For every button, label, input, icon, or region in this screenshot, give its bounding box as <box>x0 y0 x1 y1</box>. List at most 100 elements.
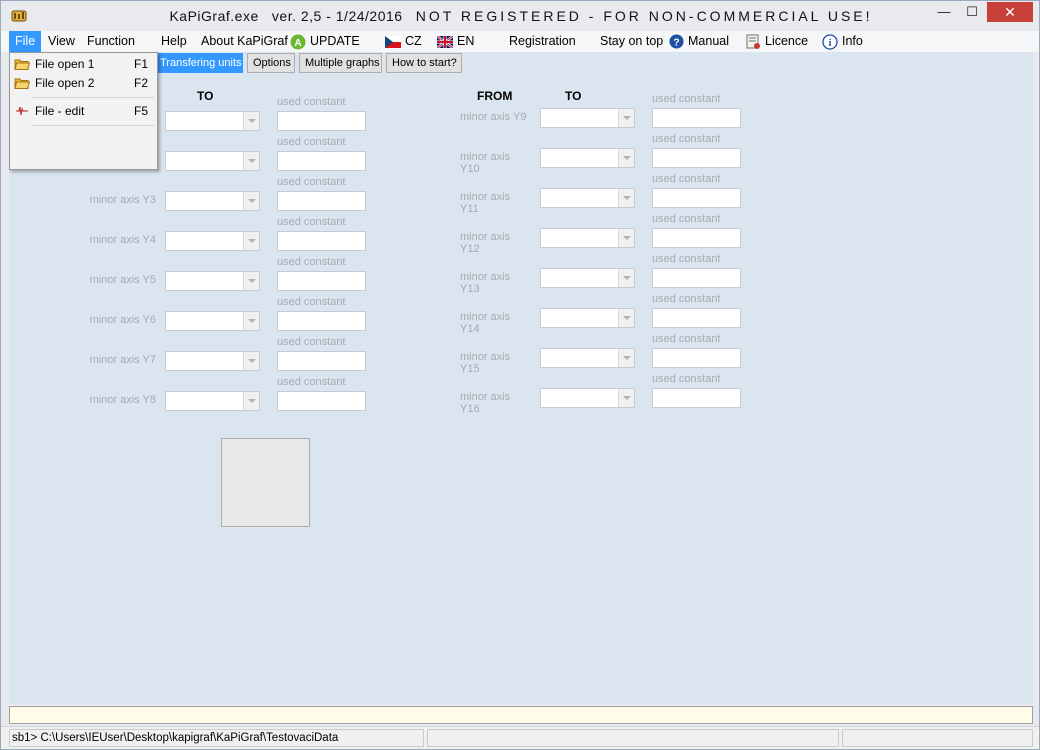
chevron-down-icon[interactable] <box>243 392 259 410</box>
left-to-unit-select[interactable] <box>165 271 260 291</box>
row-label: minor axis Y5 <box>89 274 156 286</box>
certificate-icon <box>746 34 760 49</box>
left-to-unit-select[interactable] <box>165 111 260 131</box>
used-constant-input[interactable] <box>652 108 741 128</box>
menu-stay-on-top[interactable]: Stay on top <box>600 31 663 52</box>
used-constant-label: used constant <box>652 293 721 305</box>
right-to-unit-select[interactable] <box>540 228 635 248</box>
app-window: KaPiGraf.exe ver. 2,5 - 1/24/2016 NOT RE… <box>0 0 1040 750</box>
chevron-down-icon[interactable] <box>618 189 634 207</box>
chevron-down-icon[interactable] <box>618 349 634 367</box>
chevron-down-icon[interactable] <box>243 272 259 290</box>
left-to-unit-select[interactable] <box>165 391 260 411</box>
help-icon: ? <box>669 34 684 49</box>
title-version: ver. 2,5 - 1/24/2016 <box>271 8 403 24</box>
chevron-down-icon[interactable] <box>618 229 634 247</box>
status-cell-2 <box>427 729 839 747</box>
menu-item-file-open-1[interactable]: File open 1 F1 <box>11 54 157 74</box>
chevron-down-icon[interactable] <box>243 352 259 370</box>
manual-label: Manual <box>688 34 729 48</box>
file-open-1-shortcut: F1 <box>134 57 149 71</box>
menu-info[interactable]: i Info <box>822 31 863 52</box>
used-constant-label: used constant <box>277 336 346 348</box>
file-open-1-label: File open 1 <box>35 57 95 71</box>
menu-view[interactable]: View <box>48 31 75 52</box>
convert-button[interactable] <box>221 438 310 527</box>
folder-open-icon <box>14 78 30 89</box>
chevron-down-icon[interactable] <box>618 109 634 127</box>
menu-update[interactable]: A UPDATE <box>290 31 360 52</box>
used-constant-input[interactable] <box>652 388 741 408</box>
left-to-unit-select[interactable] <box>165 351 260 371</box>
used-constant-label: used constant <box>277 376 346 388</box>
menu-help[interactable]: Help <box>161 31 187 52</box>
chevron-down-icon[interactable] <box>243 152 259 170</box>
chevron-down-icon[interactable] <box>618 149 634 167</box>
right-to-unit-select[interactable] <box>540 348 635 368</box>
update-label: UPDATE <box>310 34 360 48</box>
used-constant-input[interactable] <box>277 231 366 251</box>
info-icon: i <box>822 34 838 50</box>
chevron-down-icon[interactable] <box>243 312 259 330</box>
used-constant-input[interactable] <box>652 148 741 168</box>
used-constant-input[interactable] <box>277 271 366 291</box>
menu-file[interactable]: File <box>9 31 42 52</box>
used-constant-input[interactable] <box>652 268 741 288</box>
used-constant-input[interactable] <box>277 351 366 371</box>
left-to-unit-select[interactable] <box>165 231 260 251</box>
menu-function[interactable]: Function <box>87 31 135 52</box>
close-button[interactable]: ✕ <box>987 2 1033 22</box>
tab-options[interactable]: Options <box>247 53 295 73</box>
used-constant-input[interactable] <box>652 228 741 248</box>
used-constant-input[interactable] <box>277 151 366 171</box>
right-to-unit-select[interactable] <box>540 188 635 208</box>
used-constant-input[interactable] <box>277 391 366 411</box>
tab-transfering-units[interactable]: Transfering units <box>154 53 243 73</box>
used-constant-input[interactable] <box>652 188 741 208</box>
left-to-unit-select[interactable] <box>165 191 260 211</box>
menu-registration[interactable]: Registration <box>509 31 576 52</box>
chevron-down-icon[interactable] <box>618 269 634 287</box>
folder-open-icon <box>14 59 30 70</box>
chevron-down-icon[interactable] <box>243 232 259 250</box>
tab-multiple-graphs[interactable]: Multiple graphs <box>299 53 382 73</box>
row-label: minor axis Y13 <box>460 271 511 295</box>
chevron-down-icon[interactable] <box>618 389 634 407</box>
right-to-unit-select[interactable] <box>540 148 635 168</box>
title-bar[interactable]: KaPiGraf.exe ver. 2,5 - 1/24/2016 NOT RE… <box>1 1 1039 31</box>
minimize-button[interactable]: — <box>931 2 957 22</box>
used-constant-input[interactable] <box>277 111 366 131</box>
chevron-down-icon[interactable] <box>243 192 259 210</box>
window-title: KaPiGraf.exe ver. 2,5 - 1/24/2016 NOT RE… <box>1 8 1040 24</box>
menu-lang-cz[interactable]: CZ <box>385 31 422 52</box>
left-to-unit-select[interactable] <box>165 151 260 171</box>
chevron-down-icon[interactable] <box>618 309 634 327</box>
left-to-unit-select[interactable] <box>165 311 260 331</box>
status-message-field[interactable] <box>9 706 1033 724</box>
chevron-down-icon[interactable] <box>243 112 259 130</box>
title-app-name: KaPiGraf.exe <box>169 8 259 24</box>
menu-item-file-open-2[interactable]: File open 2 F2 <box>11 73 157 93</box>
menu-bar: File View Function Help About KaPiGraf A… <box>1 31 1039 52</box>
used-constant-label: used constant <box>652 93 721 105</box>
menu-lang-en[interactable]: EN <box>437 31 474 52</box>
en-label: EN <box>457 34 475 48</box>
used-constant-label: used constant <box>652 213 721 225</box>
used-constant-input[interactable] <box>652 308 741 328</box>
maximize-button[interactable]: ☐ <box>959 2 985 22</box>
menu-licence[interactable]: Licence <box>746 31 808 52</box>
tab-how-to-start[interactable]: How to start? <box>386 53 462 73</box>
used-constant-input[interactable] <box>652 348 741 368</box>
menu-about[interactable]: About KaPiGraf <box>201 31 288 52</box>
right-to-unit-select[interactable] <box>540 388 635 408</box>
row-label: minor axis Y3 <box>89 194 156 206</box>
used-constant-label: used constant <box>277 256 346 268</box>
menu-separator <box>32 97 154 98</box>
right-to-unit-select[interactable] <box>540 268 635 288</box>
right-to-unit-select[interactable] <box>540 308 635 328</box>
used-constant-input[interactable] <box>277 191 366 211</box>
used-constant-input[interactable] <box>277 311 366 331</box>
menu-item-file-edit[interactable]: File - edit F5 <box>11 101 157 121</box>
right-to-unit-select[interactable] <box>540 108 635 128</box>
menu-manual[interactable]: ? Manual <box>669 31 729 52</box>
